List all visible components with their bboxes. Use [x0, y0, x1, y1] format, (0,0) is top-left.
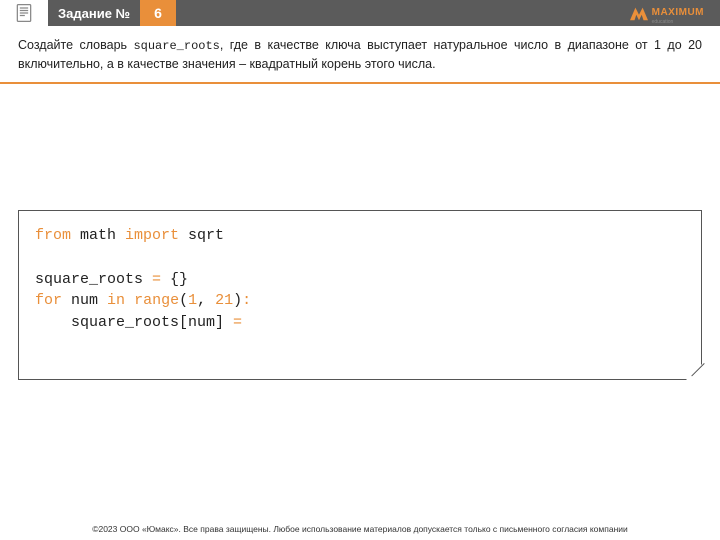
logo-text: MAXIMUM	[652, 7, 704, 18]
comma: ,	[197, 292, 215, 309]
copyright-footer: ©2023 ООО «Юмакс». Все права защищены. Л…	[0, 524, 720, 534]
logo-subtext: education	[652, 20, 704, 25]
code-txt: sqrt	[179, 227, 224, 244]
op-eq: =	[233, 314, 242, 331]
code-txt	[125, 292, 134, 309]
folded-corner-icon	[686, 364, 702, 380]
kw-for: for	[35, 292, 62, 309]
divider	[0, 82, 720, 84]
code-txt: num	[62, 292, 107, 309]
code-txt: math	[71, 227, 125, 244]
paren: (	[179, 292, 188, 309]
num-1: 1	[188, 292, 197, 309]
indent	[35, 314, 71, 331]
code-txt: square_roots[num]	[71, 314, 233, 331]
desc-pre: Создайте словарь	[18, 38, 133, 52]
kw-range: range	[134, 292, 179, 309]
task-label: Задание №	[48, 6, 130, 21]
brand-logo: MAXIMUM education	[628, 0, 704, 26]
num-21: 21	[215, 292, 233, 309]
kw-import: import	[125, 227, 179, 244]
kw-in: in	[107, 292, 125, 309]
doc-icon-wrap	[0, 0, 48, 26]
task-description: Создайте словарь square_roots, где в кач…	[0, 26, 720, 82]
code-block: from math import sqrt square_roots = {} …	[18, 210, 702, 380]
colon: :	[242, 292, 251, 309]
code-txt: square_roots	[35, 271, 152, 288]
desc-identifier: square_roots	[133, 39, 219, 53]
logo-mark-icon	[628, 4, 650, 22]
task-number-badge: 6	[140, 0, 176, 26]
code-txt: {}	[161, 271, 188, 288]
op-eq: =	[152, 271, 161, 288]
document-icon	[14, 3, 34, 23]
kw-from: from	[35, 227, 71, 244]
paren: )	[233, 292, 242, 309]
header-bar: Задание № 6 MAXIMUM education	[0, 0, 720, 26]
